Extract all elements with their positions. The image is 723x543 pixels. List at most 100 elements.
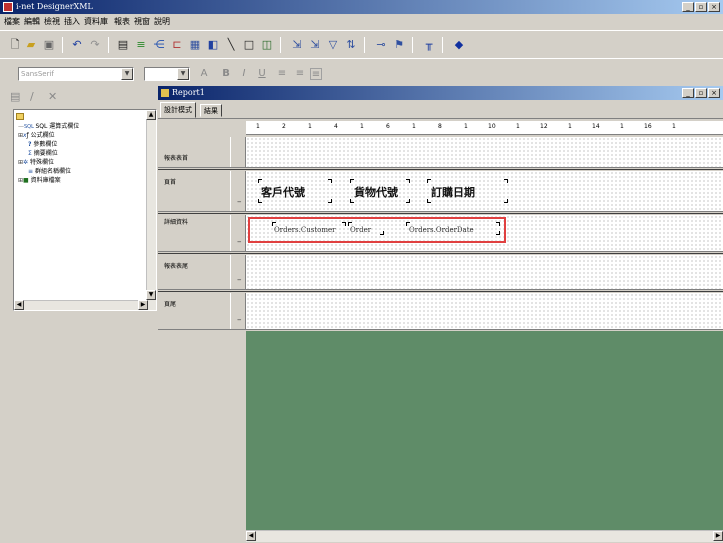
undo-icon[interactable]: ↶	[70, 38, 84, 51]
section-label-text: 詳細資料	[164, 219, 189, 226]
maximize-button[interactable]: ▫	[695, 2, 707, 12]
menu-view[interactable]: 檢視	[44, 16, 60, 27]
section-divider[interactable]	[158, 167, 723, 170]
chevron-down-icon[interactable]: ▼	[177, 68, 189, 80]
section-handle[interactable]: –	[230, 293, 246, 329]
redo-icon[interactable]: ↷	[88, 38, 102, 51]
insert-icon[interactable]: ▤	[10, 90, 20, 103]
image-icon[interactable]: ◧	[206, 38, 220, 51]
subreport-icon[interactable]: ◫	[260, 38, 274, 51]
details-section[interactable]: Orders.Customer Order Orders.OrderDate	[246, 215, 723, 251]
report-header-section[interactable]	[246, 137, 723, 167]
new-icon[interactable]: 🗋	[8, 38, 22, 51]
font-color-button[interactable]: A	[198, 68, 210, 80]
tree-item-summary[interactable]: Σ 摘要欄位	[28, 149, 58, 158]
save-icon[interactable]: ▣	[42, 38, 56, 51]
section-handle[interactable]: –	[230, 255, 246, 289]
preview-icon[interactable]: ▤	[116, 38, 130, 51]
window-title: i-net DesignerXML	[16, 2, 93, 11]
underline-button[interactable]: U	[256, 68, 268, 80]
summary-icon[interactable]: ⇅	[344, 38, 358, 51]
tree-vertical-scrollbar[interactable]: ▲ ▼	[146, 110, 156, 310]
collapse-icon[interactable]: –	[237, 315, 242, 325]
select-icon[interactable]: ⇲	[308, 38, 322, 51]
group-icon[interactable]: ⋲	[152, 38, 166, 51]
align-right-icon[interactable]: ≡	[310, 68, 322, 80]
report-minimize-button[interactable]: _	[682, 88, 694, 98]
menu-database[interactable]: 資料庫	[84, 16, 108, 27]
format-icon[interactable]: ╥	[422, 38, 436, 51]
tree-item-group-name[interactable]: ≡ 群組名稱欄位	[28, 167, 71, 176]
collapse-icon[interactable]: –	[237, 197, 242, 207]
align-left-icon[interactable]: ≡	[276, 68, 288, 80]
menu-report[interactable]: 報表	[114, 16, 130, 27]
insert-field-icon[interactable]: ≡	[134, 38, 148, 51]
menu-help[interactable]: 說明	[154, 16, 170, 27]
font-size-select[interactable]: ▼	[144, 67, 190, 81]
italic-button[interactable]: I	[238, 68, 250, 80]
detail-field-customer[interactable]: Orders.Customer	[274, 226, 335, 234]
sort-icon[interactable]: ⇲	[290, 38, 304, 51]
font-select-value: SansSerif	[21, 70, 54, 78]
section-handle[interactable]	[230, 137, 246, 167]
page-header-section[interactable]: 客戶代號 貨物代號 訂購日期	[246, 171, 723, 211]
tab-result[interactable]: 結果	[200, 104, 222, 117]
scroll-up-icon[interactable]: ▲	[146, 110, 156, 120]
scroll-down-icon[interactable]: ▼	[146, 290, 156, 300]
scroll-left-icon[interactable]: ◀	[246, 531, 256, 541]
tab-design[interactable]: 設計模式	[160, 102, 196, 118]
table-icon[interactable]: ▦	[188, 38, 202, 51]
tree-horizontal-scrollbar[interactable]: ◀ ▶	[14, 300, 148, 310]
ruler-tick: 1	[620, 123, 624, 130]
tree-item-label: 摘要欄位	[33, 150, 58, 157]
wizard-icon[interactable]: ⚑	[392, 38, 406, 51]
report-maximize-button[interactable]: ▫	[695, 88, 707, 98]
align-center-icon[interactable]: ≡	[294, 68, 306, 80]
scroll-left-icon[interactable]: ◀	[14, 300, 24, 310]
open-icon[interactable]: ▰	[24, 38, 38, 51]
report-horizontal-scrollbar[interactable]: ◀ ▶	[246, 530, 723, 542]
report-footer-section[interactable]	[246, 255, 723, 289]
section-handle[interactable]: –	[230, 171, 246, 211]
tree-item-database[interactable]: ⊞■ 資料庫檔案	[18, 176, 61, 185]
page-footer-section[interactable]	[246, 293, 723, 329]
report-close-button[interactable]: ×	[708, 88, 720, 98]
rename-icon[interactable]: /	[30, 90, 34, 103]
header-field-product[interactable]: 貨物代號	[354, 184, 398, 200]
detail-field-order-date[interactable]: Orders.OrderDate	[409, 226, 474, 234]
section-divider[interactable]	[158, 251, 723, 254]
minimize-button[interactable]: _	[682, 2, 694, 12]
header-field-order-date[interactable]: 訂購日期	[431, 184, 475, 200]
section-divider[interactable]	[158, 211, 723, 214]
close-button[interactable]: ×	[708, 2, 720, 12]
tree-root[interactable]	[16, 112, 26, 121]
box-icon[interactable]: □	[242, 38, 256, 51]
tree-item-sql-expression[interactable]: —SQL SQL 運算式欄位	[18, 122, 79, 131]
section-handle[interactable]: –	[230, 215, 246, 251]
delete-icon[interactable]: ✕	[48, 90, 57, 103]
menu-insert[interactable]: 插入	[64, 16, 80, 27]
detail-field-order[interactable]: Order	[350, 226, 371, 234]
link-icon[interactable]: ⊸	[374, 38, 388, 51]
section-label-text: 頁尾	[164, 301, 177, 308]
filter-icon[interactable]: ▽	[326, 38, 340, 51]
tree-item-label: 群組名稱欄位	[34, 168, 71, 175]
tree-item-formula[interactable]: ⊞xƒ 公式欄位	[18, 131, 55, 140]
tree-item-parameter[interactable]: ? 參數欄位	[28, 140, 57, 149]
font-select[interactable]: SansSerif ▼	[18, 67, 134, 81]
line-icon[interactable]: ╲	[224, 38, 238, 51]
collapse-icon[interactable]: –	[237, 237, 242, 247]
chart-icon[interactable]: ⊏	[170, 38, 184, 51]
tree-item-special[interactable]: ⊞✲ 特殊欄位	[18, 158, 54, 167]
section-divider[interactable]	[158, 289, 723, 292]
bold-button[interactable]: B	[220, 68, 232, 80]
header-field-customer[interactable]: 客戶代號	[261, 184, 305, 200]
menu-file[interactable]: 檔案	[4, 16, 20, 27]
menu-edit[interactable]: 編輯	[24, 16, 40, 27]
chevron-down-icon[interactable]: ▼	[121, 68, 133, 80]
collapse-icon[interactable]: –	[237, 275, 242, 285]
menu-window[interactable]: 視窗	[134, 16, 150, 27]
scroll-right-icon[interactable]: ▶	[713, 531, 723, 541]
scroll-right-icon[interactable]: ▶	[138, 300, 148, 310]
help-icon[interactable]: ◆	[452, 38, 466, 51]
